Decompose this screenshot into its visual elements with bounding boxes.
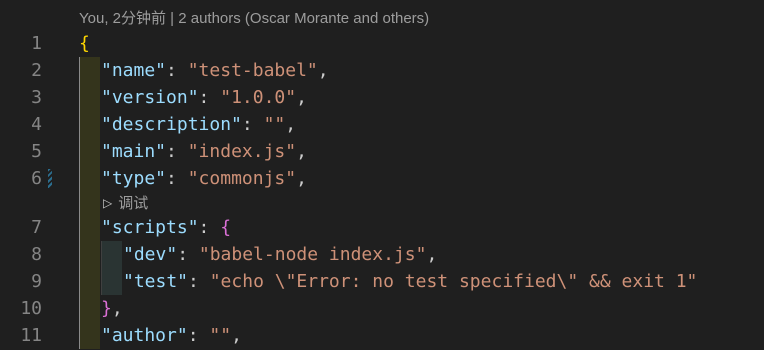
json-key: "type" [101,168,167,189]
line-number: 3 [31,87,42,108]
indent-highlight [79,295,100,322]
open-brace: { [220,217,232,238]
indent-guide [101,241,102,268]
line-number: 11 [20,325,42,346]
json-key: "author" [101,325,188,346]
indent-highlight [79,268,100,295]
indent-highlight [79,57,100,84]
colon: : [241,114,264,135]
colon: : [187,325,210,346]
indent-guide [79,57,80,84]
code-line-10: 10 }, [0,295,764,322]
indent-guide [79,295,80,322]
comma: , [231,325,242,346]
indent-guide [79,192,80,214]
code-line-7: 7 "scripts": { [0,214,764,241]
json-value: "babel-node index.js" [198,244,427,265]
code-line-8: 8 "dev": "babel-node index.js", [0,241,764,268]
indent-guide [79,322,80,349]
indent-highlight [79,322,100,349]
line-number: 7 [31,217,42,238]
indent-guide [79,165,80,192]
comma: , [296,87,307,108]
close-brace: } [101,298,112,319]
code-line-9: 9 "test": "echo \"Error: no test specifi… [0,268,764,295]
code-line-4: 4 "description": "", [0,111,764,138]
indent-guide [79,111,80,138]
line-number: 2 [31,60,42,81]
colon: : [166,141,188,162]
colon: : [188,271,210,292]
comma: , [296,141,307,162]
line-number: 10 [20,298,42,319]
colon: : [166,168,188,189]
json-value: "" [209,325,232,346]
colon: : [166,60,188,81]
json-key: "dev" [123,244,178,265]
code-line-6: 6 "type": "commonjs", [0,165,764,192]
code-line-3: 3 "version": "1.0.0", [0,84,764,111]
indent-guide [79,268,80,295]
code-line-1: 1 { [0,30,764,57]
comma: , [111,298,123,319]
json-value: "commonjs" [187,168,297,189]
indent-highlight [79,192,100,214]
git-blame-codelens[interactable]: You, 2分钟前 | 2 authors (Oscar Morante and… [79,7,429,28]
indent-guide [79,84,80,111]
json-key: "version" [101,87,199,108]
colon: : [198,217,221,238]
colon: : [198,87,221,108]
json-key: "name" [101,60,167,81]
code-editor[interactable]: You, 2分钟前 | 2 authors (Oscar Morante and… [0,0,764,350]
indent-guide [101,268,102,295]
indent-highlight [79,138,100,165]
json-value: "echo \"Error: no test specified\" && ex… [209,271,698,292]
json-key: "main" [101,141,167,162]
indent-guide [79,138,80,165]
indent-highlight [79,111,100,138]
open-brace: { [79,33,90,54]
modified-line-indicator[interactable] [48,169,52,188]
code-line-5: 5 "main": "index.js", [0,138,764,165]
indent-highlight [101,241,122,268]
debug-label: 调试 [118,195,149,212]
debug-script-codelens[interactable]: ▷ 调试 [103,192,148,213]
comma: , [317,60,329,81]
json-value: "" [263,114,286,135]
line-number: 6 [31,168,42,189]
play-icon: ▷ [103,196,113,210]
comma: , [296,168,307,189]
json-value: "test-babel" [187,60,318,81]
json-value: "1.0.0" [220,87,297,108]
line-number: 9 [31,271,42,292]
json-key: "test" [123,271,189,292]
json-key: "description" [101,114,242,135]
code-line-11: 11 "author": "", [0,322,764,349]
line-number: 4 [31,114,42,135]
line-number: 8 [31,244,42,265]
code-line-2: 2 "name": "test-babel", [0,57,764,84]
indent-highlight [101,268,122,295]
line-number: 1 [31,33,42,54]
json-key: "scripts" [101,217,199,238]
indent-guide [79,214,80,241]
indent-highlight [79,214,100,241]
indent-highlight [79,165,100,192]
indent-guide [79,241,80,268]
comma: , [426,244,438,265]
json-value: "index.js" [187,141,297,162]
colon: : [177,244,199,265]
line-number: 5 [31,141,42,162]
indent-highlight [79,241,100,268]
comma: , [285,114,297,135]
indent-highlight [79,84,100,111]
